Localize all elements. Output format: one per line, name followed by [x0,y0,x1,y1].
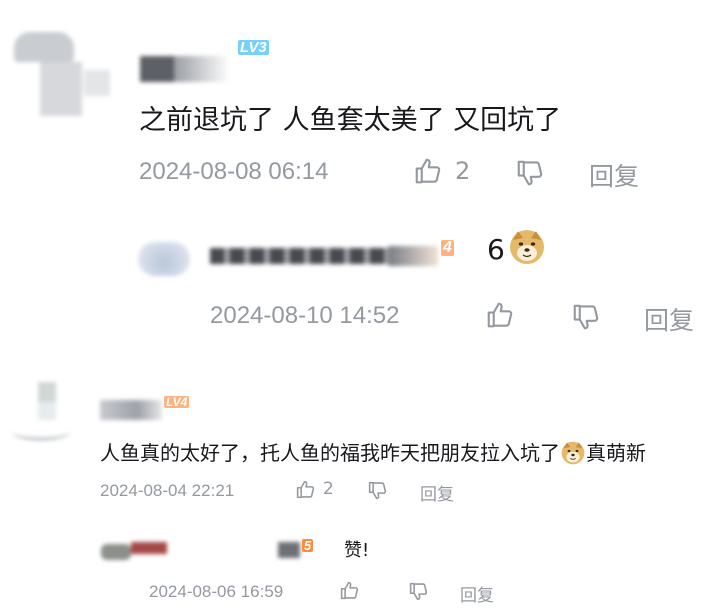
level-badge: LV4 [164,395,190,409]
avatar[interactable] [14,22,110,116]
reply-level-badge: 4 [441,239,454,256]
reply-level-badge: 5 [302,538,314,553]
reply-avatar[interactable] [101,540,167,562]
level-badge: LV3 [238,39,269,56]
reply-avatar[interactable] [138,242,190,276]
like-icon[interactable] [339,580,360,601]
comment-text: 人鱼真的太好了，托人鱼的福我昨天把朋友拉入坑了 真萌新 [100,437,646,466]
reply-button[interactable]: 回复 [460,581,494,606]
comment-time: 2024-08-08 06:14 [139,158,329,185]
reply-username[interactable] [210,244,458,268]
like-count: 2 [455,157,471,185]
like-count: 2 [323,479,334,499]
dislike-icon[interactable] [571,302,601,332]
dislike-icon[interactable] [408,581,429,602]
reply-button[interactable]: 回复 [420,480,454,505]
comment-text-tail: 真萌新 [586,441,646,465]
username[interactable] [140,46,230,82]
like-icon[interactable] [413,156,443,186]
comment-time: 2024-08-04 22:21 [100,481,235,500]
username[interactable] [100,400,162,420]
reply-username[interactable] [278,542,300,558]
reply-text: 赞! [344,540,370,561]
doge-emoji [561,441,585,465]
avatar[interactable] [12,382,70,442]
dislike-icon[interactable] [367,480,388,501]
like-icon[interactable] [485,300,515,330]
comment-text-main: 人鱼真的太好了，托人鱼的福我昨天把朋友拉入坑了 [100,441,560,465]
reply-button[interactable]: 回复 [589,157,639,193]
doge-emoji [509,229,545,265]
like-icon[interactable] [295,479,316,500]
comment-text: 之前退坑了 人鱼套太美了 又回坑了 [139,105,562,136]
reply-text: 6 [487,233,505,266]
reply-time: 2024-08-06 16:59 [149,582,284,601]
dislike-icon[interactable] [515,158,545,188]
reply-time: 2024-08-10 14:52 [210,302,400,329]
reply-button[interactable]: 回复 [644,301,694,337]
